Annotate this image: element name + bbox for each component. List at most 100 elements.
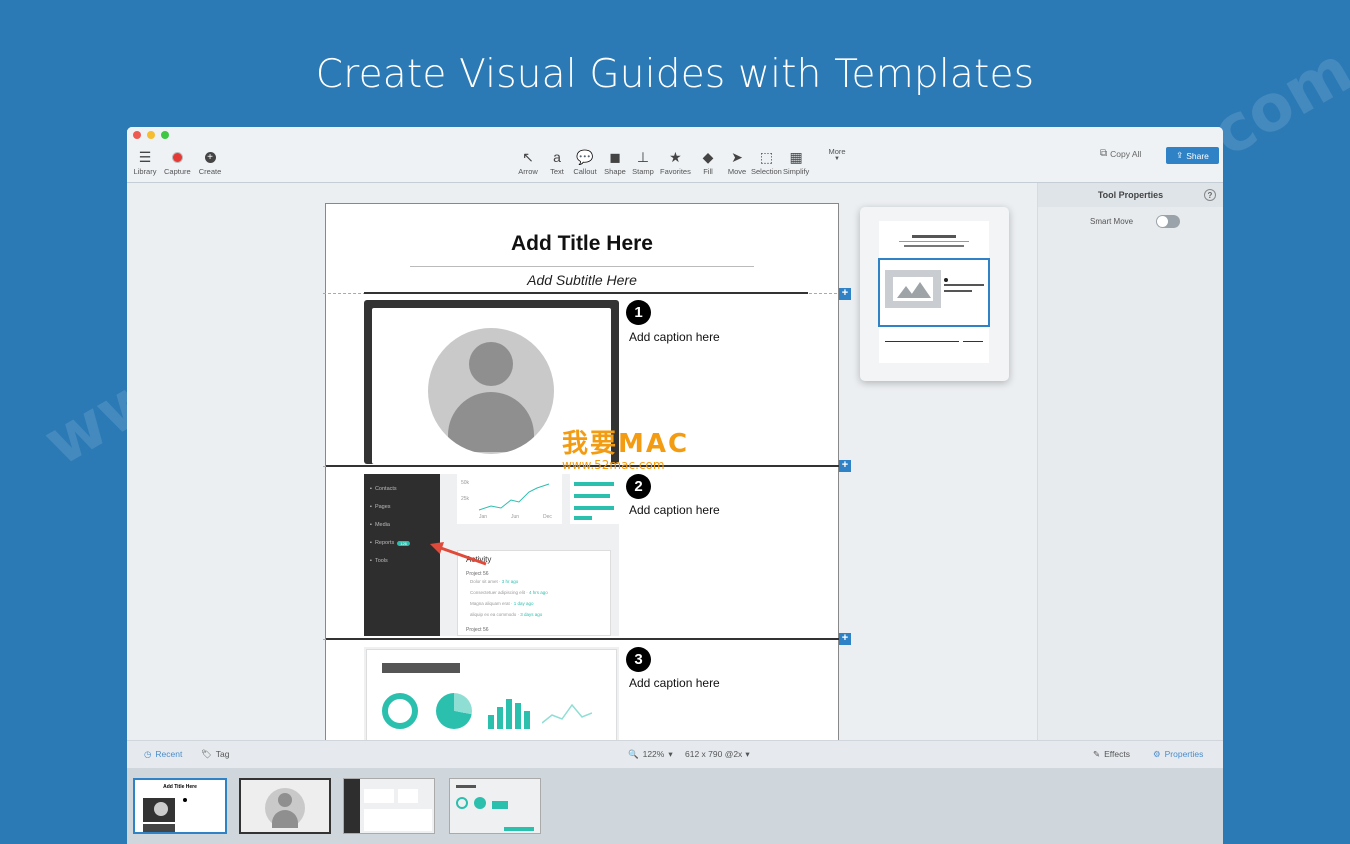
section-divider-3 <box>326 638 840 640</box>
title-divider <box>410 266 754 267</box>
callout-tool-button[interactable]: 💬 Callout <box>572 147 598 177</box>
selection-icon: ⬚ <box>759 148 774 165</box>
pie-chart-graphic <box>436 693 472 729</box>
zoom-control[interactable]: 🔍 122% ▾ <box>628 749 673 760</box>
copy-all-button[interactable]: ⧉ Copy All <box>1100 148 1141 159</box>
magnifier-icon: 🔍 <box>628 749 639 759</box>
sidebar-item-pages: ▪ Pages <box>370 504 391 510</box>
tag-icon: 🏷 <box>201 749 212 759</box>
donut-chart-graphic <box>382 693 418 729</box>
document-title[interactable]: Add Title Here <box>326 232 838 256</box>
status-bar: ◷ Recent 🏷 Tag 🔍 122% ▾ 612 x 790 @2x ▾ ✎ Effe… <box>127 740 1223 768</box>
section-divider-1 <box>364 292 808 294</box>
dashboard-chart-card: 50k 25k Jan Jun Dec <box>457 474 562 524</box>
template-section-option[interactable] <box>878 258 990 327</box>
fill-tool-button[interactable]: ◆ Fill <box>695 147 721 177</box>
smart-move-toggle[interactable] <box>1156 215 1180 228</box>
thumbnail-charts[interactable] <box>449 778 541 834</box>
activity-item: aliquip ex ea commodo · 3 days ago <box>470 612 543 617</box>
smart-move-label: Smart Move <box>1090 217 1134 226</box>
canvas-size-control[interactable]: 612 x 790 @2x ▾ <box>685 749 750 760</box>
step-3-number: 3 <box>626 647 651 672</box>
simplify-tool-button[interactable]: ▦ Simplify <box>783 147 809 177</box>
tool-properties-header: Tool Properties ? <box>1038 183 1223 207</box>
capture-button[interactable]: Capture <box>164 147 191 176</box>
sidebar-item-icon: ▪ <box>370 540 372 546</box>
add-section-button-1[interactable]: + <box>839 288 851 300</box>
sidebar-item-contacts: ▪ Contacts <box>370 486 397 492</box>
arrow-tool-button[interactable]: ↖ Arrow <box>515 147 541 177</box>
help-icon[interactable]: ? <box>1204 189 1216 201</box>
library-button[interactable]: ☰ Library <box>132 147 158 177</box>
document-subtitle[interactable]: Add Subtitle Here <box>326 272 838 288</box>
plus-circle-icon: + <box>204 147 216 167</box>
tag-button[interactable]: 🏷 Tag <box>201 749 230 760</box>
minimize-window-button[interactable] <box>147 131 155 139</box>
dashboard-bars-card <box>570 474 619 524</box>
thumbnail-dashboard[interactable] <box>343 778 435 834</box>
activity-item: Consectetuer adipiscing elit · 4 hrs ago <box>470 590 548 595</box>
sidebar-item-icon: ▪ <box>370 558 372 564</box>
sidebar-item-icon: ▪ <box>370 504 372 510</box>
step-3-image[interactable] <box>364 647 619 740</box>
sidebar-item-media: ▪ Media <box>370 522 390 528</box>
chevron-down-icon: ▼ <box>834 156 840 162</box>
text-icon: a <box>553 149 561 165</box>
count-badge: 126 <box>397 540 410 546</box>
sidebar-item-tools: ▪ Tools <box>370 558 388 564</box>
selection-tool-button[interactable]: ⬚ Selection <box>751 147 782 177</box>
clock-icon: ◷ <box>144 749 152 759</box>
sidebar-item-icon: ▪ <box>370 522 372 528</box>
template-layout-popover[interactable] <box>860 207 1009 381</box>
record-icon <box>171 147 183 167</box>
share-icon: ⇪ <box>1176 150 1184 160</box>
list-icon: ☰ <box>138 148 152 165</box>
line-chart-graphic <box>542 703 592 724</box>
stamp-tool-button[interactable]: ⊥ Stamp <box>630 147 656 177</box>
image-placeholder-icon <box>885 270 941 308</box>
step-1-number: 1 <box>626 300 651 325</box>
text-tool-button[interactable]: a Text <box>544 147 570 176</box>
add-section-button-3[interactable]: + <box>839 633 851 645</box>
favorites-icon: ★ <box>669 148 682 165</box>
sidebar-item-reports: ▪ Reports 126 <box>370 540 410 546</box>
activity-item: Magna aliquam erat · 1 day ago <box>470 601 534 606</box>
zoom-window-button[interactable] <box>161 131 169 139</box>
arrow-icon: ↖ <box>522 148 534 165</box>
recent-button[interactable]: ◷ Recent <box>144 749 182 760</box>
recent-captures-tray: Add Title Here <box>127 768 1223 844</box>
move-icon: ➤ <box>731 148 743 165</box>
fill-icon: ◆ <box>702 148 714 165</box>
properties-button[interactable]: ⚙ Properties <box>1153 749 1203 760</box>
callout-icon: 💬 <box>576 148 594 165</box>
shape-icon: ◼ <box>609 148 621 165</box>
favorites-tool-button[interactable]: ★ Favorites <box>660 147 691 177</box>
step-2-image[interactable]: ▪ Contacts ▪ Pages ▪ Media ▪ Reports 126 ▪ Tools 5… <box>364 474 619 636</box>
annotation-arrow[interactable] <box>428 540 508 580</box>
sidebar-item-icon: ▪ <box>370 486 372 492</box>
shape-tool-button[interactable]: ◼ Shape <box>602 147 628 177</box>
close-window-button[interactable] <box>133 131 141 139</box>
avatar <box>428 328 554 454</box>
step-2-number: 2 <box>626 474 651 499</box>
share-button[interactable]: ⇪ Share <box>1166 147 1219 164</box>
create-button[interactable]: + Create <box>197 147 223 176</box>
thumbnail-template[interactable]: Add Title Here <box>133 778 227 834</box>
simplify-icon: ▦ <box>789 148 803 165</box>
toolbar: ☰ Library Capture + Create ↖ Arrow a Text 💬 C… <box>127 127 1223 183</box>
move-tool-button[interactable]: ➤ Move <box>724 147 750 177</box>
effects-button[interactable]: ✎ Effects <box>1093 749 1130 760</box>
step-1-caption[interactable]: Add caption here <box>629 330 720 344</box>
step-3-caption[interactable]: Add caption here <box>629 676 720 690</box>
gear-icon: ⚙ <box>1153 749 1161 759</box>
thumbnail-avatar[interactable] <box>239 778 331 834</box>
stamp-icon: ⊥ <box>636 148 650 165</box>
add-section-button-2[interactable]: + <box>839 460 851 472</box>
more-button[interactable]: More ▼ <box>824 147 850 162</box>
page-headline: Create Visual Guides with Templates <box>315 52 1035 97</box>
bar-chart-graphic <box>488 699 530 729</box>
properties-panel: Tool Properties ? Smart Move <box>1037 183 1223 740</box>
activity-item: Dolor sit amet · 3 hr ago <box>470 579 519 584</box>
copy-icon: ⧉ <box>1100 148 1108 159</box>
step-2-caption[interactable]: Add caption here <box>629 503 720 517</box>
